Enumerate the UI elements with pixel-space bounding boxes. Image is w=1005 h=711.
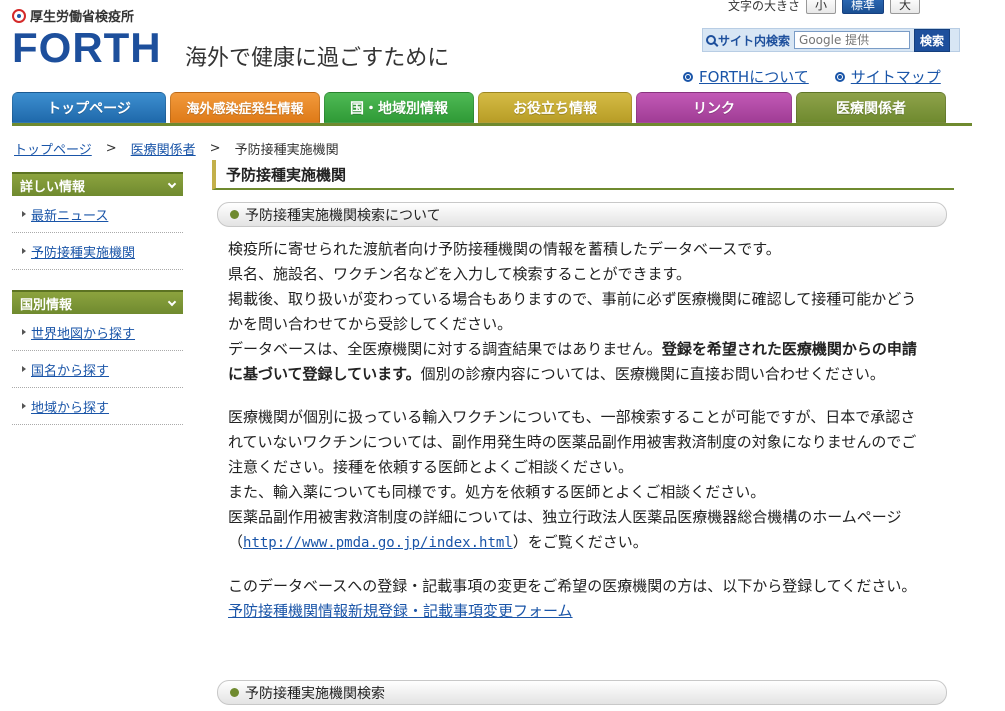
site-search-label: サイト内検索 <box>718 33 791 48</box>
breadcrumb: トップページ > 医療関係者 > 予防接種実施機関 <box>14 139 339 158</box>
about-forth-label: FORTHについて <box>699 68 809 86</box>
paragraph-imported-vaccines: 医療機関が個別に扱っている輸入ワクチンについても、一部検索することが可能ですが、… <box>228 405 928 556</box>
text-line: 医薬品副作用被害救済制度の詳細については、独立行政法人医薬品医療機器総合機構のホ… <box>228 505 928 556</box>
text-span: ）をご覧ください。 <box>512 533 648 551</box>
text-size-large-button[interactable]: 大 <box>890 0 921 14</box>
sidebar-link-latest-news[interactable]: 最新ニュース <box>31 205 108 224</box>
bullet-dot-icon <box>230 688 239 697</box>
arrow-right-icon <box>22 403 26 409</box>
arrow-right-icon <box>22 248 26 254</box>
sidebar-list-country: 世界地図から探す 国名から探す 地域から探す <box>12 314 183 425</box>
bullet-circle-icon <box>683 71 693 82</box>
text-size-label: 文字の大きさ <box>728 0 801 13</box>
breadcrumb-current: 予防接種実施機関 <box>234 143 339 158</box>
text-line: 予防接種機関情報新規登録・記載事項変更フォーム <box>228 599 928 624</box>
text-line: このデータベースへの登録・記載事項の変更をご希望の医療機関の方は、以下から登録し… <box>228 577 917 595</box>
text-span: データベースは、全医療機関に対する調査結果ではありません。 <box>228 340 662 358</box>
ministry-name: 厚生労働省検疫所 <box>12 6 134 25</box>
tab-links[interactable]: リンク <box>636 92 792 123</box>
sidebar-item-world-map: 世界地図から探す <box>12 314 183 351</box>
registration-form-link[interactable]: 予防接種機関情報新規登録・記載事項変更フォーム <box>228 602 573 620</box>
arrow-right-icon <box>22 366 26 372</box>
tab-top-page[interactable]: トップページ <box>12 92 166 123</box>
site-header: 厚生労働省検疫所 FORTH 海外で健康に過ごすために 文字の大きさ 小 標準 … <box>0 0 1005 92</box>
arrow-right-icon <box>22 211 26 217</box>
ministry-label: 厚生労働省検疫所 <box>30 10 135 25</box>
section-heading-about-search: 予防接種実施機関検索について <box>217 202 947 227</box>
text-line: 掲載後、取り扱いが変わっている場合もありますので、事前に必ず医療機関に確認して接… <box>228 290 917 333</box>
text-size-standard-button[interactable]: 標準 <box>842 0 885 14</box>
text-line: 医療機関が個別に扱っている輸入ワクチンについても、一部検索することが可能ですが、… <box>228 408 917 476</box>
sidebar-link-region[interactable]: 地域から探す <box>31 397 109 416</box>
search-input[interactable] <box>794 31 911 49</box>
site-tagline: 海外で健康に過ごすために <box>185 46 450 71</box>
text-span: 個別の診療内容については、医療機関に直接お問い合わせください。 <box>420 365 885 383</box>
text-line: 県名、施設名、ワクチン名などを入力して検索することができます。 <box>228 265 692 283</box>
breadcrumb-top-page[interactable]: トップページ <box>14 139 92 158</box>
arrow-right-icon <box>22 329 26 335</box>
chevron-down-icon <box>167 297 177 306</box>
sidebar-section-details[interactable]: 詳しい情報 <box>12 172 183 196</box>
main-nav: トップページ 海外感染症発生情報 国・地域別情報 お役立ち情報 リンク 医療関係… <box>12 92 972 126</box>
sidebar-link-vaccination[interactable]: 予防接種実施機関 <box>31 242 135 261</box>
chevron-down-icon <box>167 179 177 188</box>
breadcrumb-separator: > <box>105 141 117 156</box>
text-line: また、輸入薬についても同様です。処方を依頼する医師とよくご相談ください。 <box>228 483 766 501</box>
page-title: 予防接種実施機関 <box>212 160 954 190</box>
about-forth-link[interactable]: FORTHについて <box>683 66 809 87</box>
sidebar-section-title: 詳しい情報 <box>20 179 86 195</box>
sidebar-item-country-name: 国名から探す <box>12 351 183 388</box>
sidebar-section-title: 国別情報 <box>20 297 73 313</box>
bullet-dot-icon <box>230 210 239 219</box>
section-heading-search: 予防接種実施機関検索 <box>217 680 947 705</box>
text-size-control: 文字の大きさ 小 標準 大 <box>728 0 921 14</box>
breadcrumb-medical[interactable]: 医療関係者 <box>131 139 196 158</box>
sidebar-link-country-name[interactable]: 国名から探す <box>31 360 109 379</box>
tab-country-info[interactable]: 国・地域別情報 <box>324 92 474 123</box>
text-line: 検疫所に寄せられた渡航者向け予防接種機関の情報を蓄積したデータベースです。 <box>228 240 781 258</box>
about-search-body: 検疫所に寄せられた渡航者向け予防接種機関の情報を蓄積したデータベースです。 県名… <box>228 237 928 624</box>
sitemap-label: サイトマップ <box>850 68 941 86</box>
sidebar-item-vaccination: 予防接種実施機関 <box>12 233 183 270</box>
sidebar-link-world-map[interactable]: 世界地図から探す <box>31 323 135 342</box>
ministry-logo-icon <box>12 8 26 23</box>
sidebar-section-country[interactable]: 国別情報 <box>12 290 183 314</box>
sitemap-link[interactable]: サイトマップ <box>834 66 941 87</box>
header-links: FORTHについて サイトマップ <box>683 66 941 87</box>
section-heading-label: 予防接種実施機関検索について <box>245 207 441 224</box>
pmda-link[interactable]: http://www.pmda.go.jp/index.html <box>243 535 513 551</box>
text-line: データベースは、全医療機関に対する調査結果ではありません。登録を希望された医療機… <box>228 337 928 387</box>
sidebar-list-details: 最新ニュース 予防接種実施機関 <box>12 196 183 270</box>
forth-logo[interactable]: FORTH <box>12 26 162 70</box>
bullet-circle-icon <box>834 71 845 82</box>
search-icon <box>706 35 716 45</box>
section-heading-label: 予防接種実施機関検索 <box>245 685 385 702</box>
tab-medical-professionals[interactable]: 医療関係者 <box>796 92 946 123</box>
search-button[interactable]: 検索 <box>914 28 951 52</box>
sidebar: 詳しい情報 最新ニュース 予防接種実施機関 国別情報 世界地図から探す 国名から… <box>12 172 183 425</box>
main-content: 予防接種実施機関 予防接種実施機関検索について 検疫所に寄せられた渡航者向け予防… <box>212 160 954 642</box>
tab-useful-info[interactable]: お役立ち情報 <box>478 92 632 123</box>
tab-outbreak-info[interactable]: 海外感染症発生情報 <box>170 92 320 123</box>
text-size-small-button[interactable]: 小 <box>806 0 837 14</box>
site-search: サイト内検索 検索 <box>702 28 960 52</box>
site-search-label-wrap: サイト内検索 <box>706 32 790 49</box>
paragraph-registration: このデータベースへの登録・記載事項の変更をご希望の医療機関の方は、以下から登録し… <box>228 574 928 624</box>
sidebar-item-latest-news: 最新ニュース <box>12 196 183 233</box>
breadcrumb-separator: > <box>209 141 221 156</box>
paragraph-database-intro: 検疫所に寄せられた渡航者向け予防接種機関の情報を蓄積したデータベースです。 県名… <box>228 237 928 387</box>
sidebar-item-region: 地域から探す <box>12 388 183 425</box>
